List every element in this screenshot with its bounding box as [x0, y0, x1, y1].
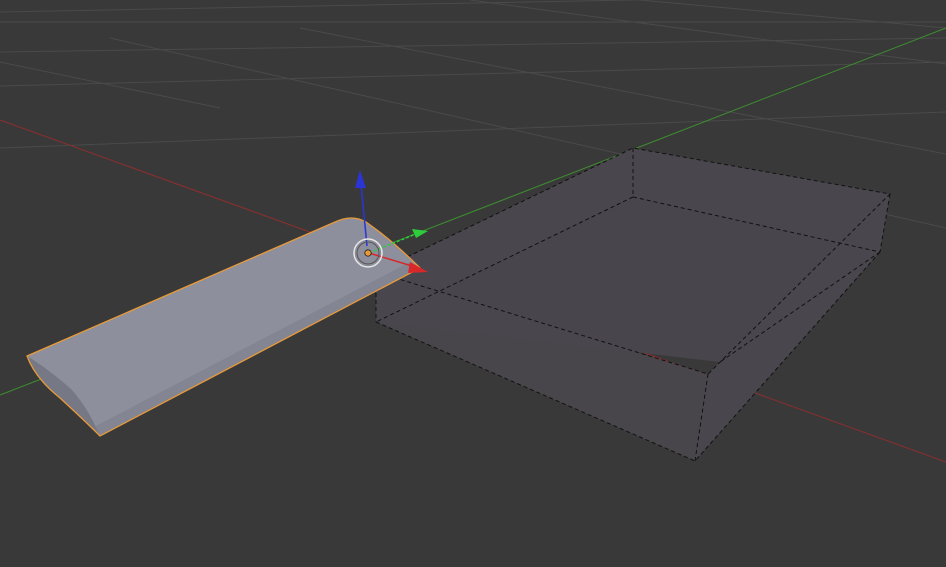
grid-line	[469, 0, 946, 65]
3d-viewport[interactable]	[0, 0, 946, 567]
grid-line	[299, 27, 946, 155]
bar-body	[27, 218, 420, 436]
z-axis-arrow-handle[interactable]	[355, 170, 366, 188]
selected-object[interactable]	[26, 217, 422, 437]
grid-line	[0, 0, 657, 13]
grid-line	[0, 111, 946, 149]
grid-line	[0, 61, 946, 87]
viewport-canvas[interactable]	[0, 0, 946, 567]
grid-line	[639, 0, 946, 29]
object-origin-dot	[364, 249, 372, 257]
